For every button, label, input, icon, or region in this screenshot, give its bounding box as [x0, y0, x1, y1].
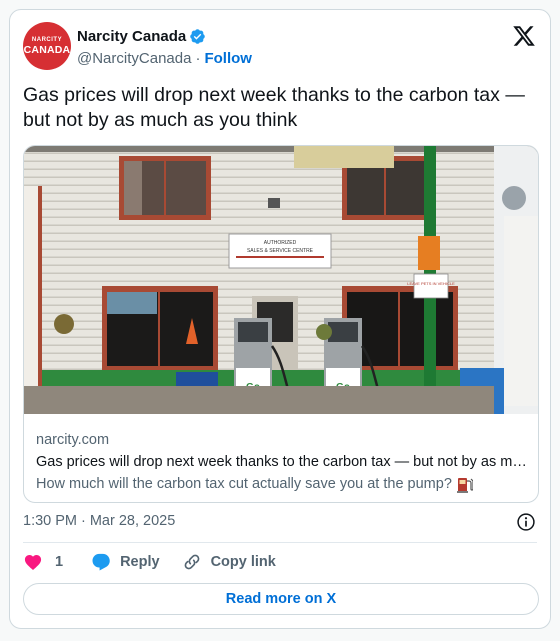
link-preview-card[interactable]: AUTHORIZED SALES & SERVICE CENTRE LEAVE …: [23, 145, 539, 503]
fuel-pump-icon: [456, 478, 473, 493]
tweet-text: Gas prices will drop next week thanks to…: [23, 84, 525, 131]
link-description-row: How much will the carbon tax cut actuall…: [36, 473, 528, 495]
image-small-sign: LEAVE PETS IN VEHICLE: [407, 281, 455, 286]
tweet-embed-card: NARCITY CANADA Narcity Canada @NarcityCa…: [9, 9, 551, 629]
author-handle-row: @NarcityCanada · Follow: [77, 50, 252, 67]
copy-link-label: Copy link: [210, 554, 276, 570]
avatar-logo-line1: NARCITY: [31, 36, 63, 43]
like-button[interactable]: 1: [23, 552, 63, 572]
tweet-date: Mar 28, 2025: [89, 513, 176, 529]
x-logo-icon[interactable]: [512, 24, 536, 48]
tweet-actions: 1 Reply Copy link: [23, 551, 276, 573]
link-description: How much will the carbon tax cut actuall…: [36, 476, 452, 492]
image-sign-line2: SALES & SERVICE CENTRE: [247, 248, 314, 254]
author-display-name[interactable]: Narcity Canada: [77, 28, 186, 45]
image-sign-line1: AUTHORIZED: [264, 240, 297, 246]
reply-label: Reply: [120, 554, 160, 570]
author-name-row: Narcity Canada: [77, 28, 206, 45]
gas-station-image[interactable]: AUTHORIZED SALES & SERVICE CENTRE LEAVE …: [24, 146, 539, 414]
actions-divider: [23, 542, 537, 543]
heart-icon: [24, 555, 42, 570]
reply-bubble-icon: [92, 553, 110, 571]
copy-link-button[interactable]: Copy link: [182, 552, 276, 572]
link-meta: narcity.com Gas prices will drop next we…: [36, 430, 528, 495]
link-chain-icon: [184, 554, 199, 570]
link-title[interactable]: Gas prices will drop next week thanks to…: [36, 451, 528, 473]
like-count: 1: [55, 554, 64, 570]
verified-badge-icon: [190, 29, 205, 44]
reply-button[interactable]: Reply: [91, 552, 160, 572]
author-handle[interactable]: @NarcityCanada: [77, 50, 191, 67]
link-domain[interactable]: narcity.com: [36, 430, 528, 450]
read-more-button[interactable]: Read more on X: [23, 583, 539, 615]
tweet-time: 1:30 PM: [23, 513, 77, 529]
handle-separator: ·: [195, 50, 201, 67]
info-icon[interactable]: [516, 512, 536, 532]
avatar-logo-line2: CANADA: [23, 43, 71, 56]
author-avatar[interactable]: NARCITY CANADA: [23, 22, 71, 70]
tweet-timestamp[interactable]: 1:30 PM · Mar 28, 2025: [23, 513, 175, 529]
timestamp-separator: ·: [81, 513, 86, 529]
follow-button[interactable]: Follow: [204, 50, 252, 67]
